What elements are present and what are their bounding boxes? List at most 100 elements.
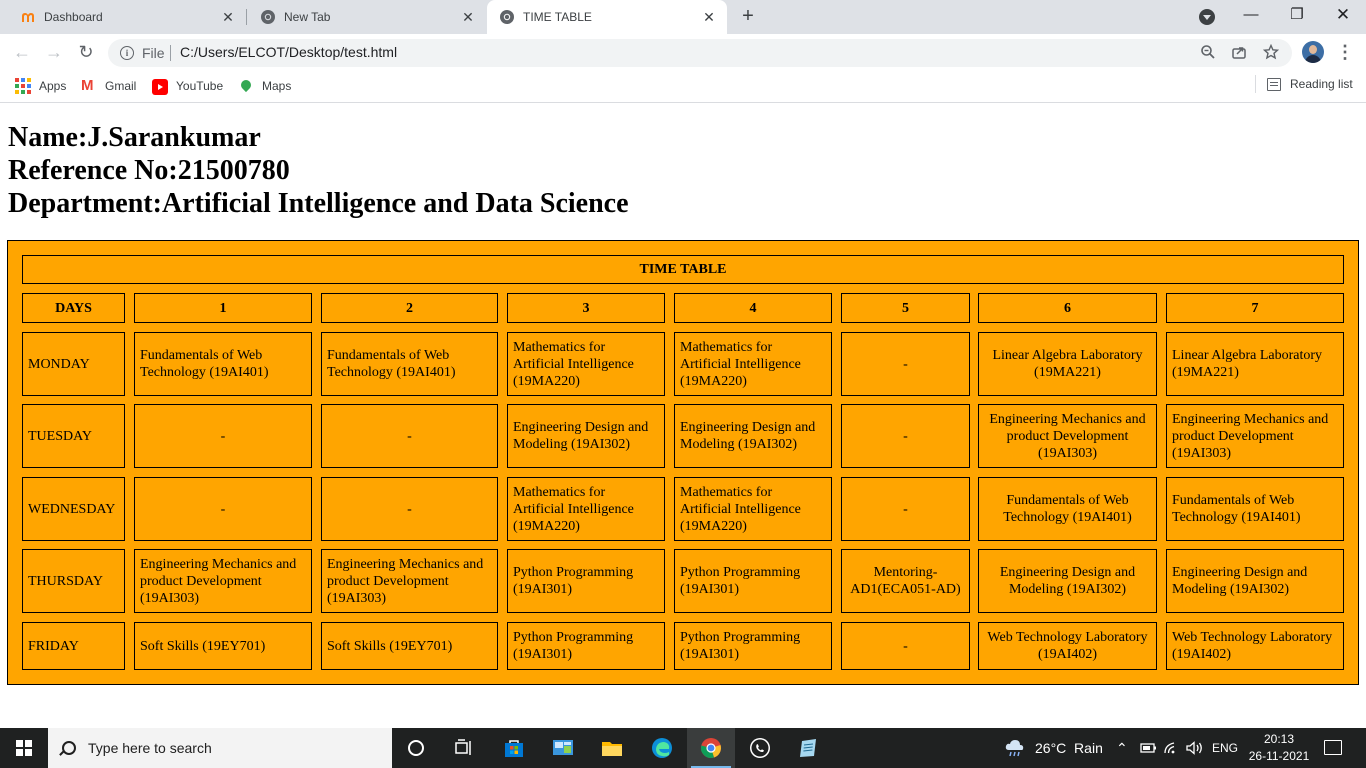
tab-time-table[interactable]: TIME TABLE ✕: [487, 0, 727, 34]
start-button[interactable]: [0, 728, 48, 768]
timetable-cell: Python Programming (19AI301): [507, 549, 665, 613]
timetable-cell: -: [841, 404, 970, 468]
timetable-cell: Soft Skills (19EY701): [134, 622, 312, 670]
timetable-cell: Fundamentals of Web Technology (19AI401): [134, 332, 312, 396]
student-name: Name:J.Sarankumar: [8, 122, 261, 153]
timetable-cell: -: [134, 404, 312, 468]
timetable-cell: Python Programming (19AI301): [507, 622, 665, 670]
timetable-cell: Mentoring-AD1(ECA051-AD): [841, 549, 970, 613]
timetable-cell: -: [321, 404, 498, 468]
notification-icon[interactable]: [1324, 740, 1342, 755]
new-tab-button[interactable]: +: [737, 5, 759, 27]
timetable-cell: Mathematics for Artificial Intelligence …: [507, 332, 665, 396]
gmail-icon: M: [81, 77, 94, 94]
bookmark-label: Maps: [262, 79, 292, 93]
menu-dots-icon[interactable]: ⋮: [1336, 41, 1354, 63]
timetable-cell: Engineering Mechanics and product Develo…: [134, 549, 312, 613]
student-info: Name:J.Sarankumar Reference No:21500780 …: [8, 121, 629, 220]
window-close-icon[interactable]: ✕: [1328, 4, 1358, 26]
apps-grid-icon: [15, 78, 31, 94]
timetable-cell: Engineering Design and Modeling (19AI302…: [507, 404, 665, 468]
browser-toolbar: ← → ↻ i File C:/Users/ELCOT/Desktop/test…: [0, 34, 1366, 70]
period-header: 5: [841, 293, 970, 323]
timetable-cell: Mathematics for Artificial Intelligence …: [674, 332, 832, 396]
whatsapp-icon[interactable]: [748, 736, 772, 760]
clock-date: 26-11-2021: [1248, 749, 1310, 763]
day-cell: WEDNESDAY: [22, 477, 125, 541]
tab-label: Dashboard: [44, 10, 103, 24]
timetable-cell: Python Programming (19AI301): [674, 549, 832, 613]
reading-list-button[interactable]: Reading list: [1267, 77, 1353, 91]
weather-text[interactable]: 26°C Rain: [1035, 740, 1103, 756]
department: Department:Artificial Intelligence and D…: [8, 188, 629, 219]
reload-icon[interactable]: ↻: [74, 40, 98, 64]
chrome-icon[interactable]: [699, 736, 723, 760]
bookmark-maps[interactable]: Maps: [238, 77, 291, 95]
search-icon: [62, 741, 76, 755]
timetable-cell: Linear Algebra Laboratory (19MA221): [978, 332, 1157, 396]
task-view-icon[interactable]: [452, 736, 476, 760]
bookmark-label: Apps: [39, 79, 67, 93]
timetable-cell: Fundamentals of Web Technology (19AI401): [978, 477, 1157, 541]
timetable-cell: Engineering Design and Modeling (19AI302…: [1166, 549, 1344, 613]
volume-icon[interactable]: [1184, 737, 1208, 761]
period-header: 4: [674, 293, 832, 323]
tab-label: New Tab: [284, 10, 331, 24]
browser-tab-strip: Dashboard ✕ New Tab ✕ TIME TABLE ✕ + — ❐…: [0, 0, 1366, 34]
wifi-icon[interactable]: [1162, 737, 1186, 761]
taskbar-search-box[interactable]: Type here to search: [48, 728, 392, 768]
notepad-icon[interactable]: [797, 736, 821, 760]
day-cell: THURSDAY: [22, 549, 125, 613]
bookmark-apps[interactable]: Apps: [15, 77, 66, 95]
day-cell: FRIDAY: [22, 622, 125, 670]
battery-icon[interactable]: [1139, 737, 1163, 761]
close-icon[interactable]: ✕: [701, 9, 717, 25]
close-icon[interactable]: ✕: [220, 9, 236, 25]
zoom-icon[interactable]: [1199, 44, 1217, 62]
info-icon[interactable]: i: [120, 46, 134, 60]
reference-number: Reference No:21500780: [8, 155, 290, 186]
address-separator: [170, 45, 171, 61]
address-bar[interactable]: i File C:/Users/ELCOT/Desktop/test.html: [108, 39, 1292, 67]
period-header: 2: [321, 293, 498, 323]
tab-dashboard[interactable]: Dashboard ✕: [0, 0, 246, 34]
minimize-icon[interactable]: —: [1236, 4, 1266, 26]
edge-icon[interactable]: [650, 736, 674, 760]
bookmark-gmail[interactable]: M Gmail: [81, 77, 136, 95]
timetable-cell: -: [841, 477, 970, 541]
globe-icon: [499, 9, 515, 25]
tab-new-tab[interactable]: New Tab ✕: [246, 0, 486, 34]
scheme-label: File: [142, 45, 165, 61]
timetable-cell: Engineering Design and Modeling (19AI302…: [674, 404, 832, 468]
timetable-cell: Mathematics for Artificial Intelligence …: [507, 477, 665, 541]
close-icon[interactable]: ✕: [460, 9, 476, 25]
back-icon[interactable]: ←: [10, 40, 34, 64]
page-content: Name:J.Sarankumar Reference No:21500780 …: [0, 103, 1366, 728]
restore-icon[interactable]: ❐: [1282, 4, 1312, 26]
bookmark-label: YouTube: [176, 79, 224, 93]
file-explorer-icon[interactable]: [600, 736, 624, 760]
forward-icon[interactable]: →: [42, 40, 66, 64]
share-icon[interactable]: [1230, 44, 1248, 62]
system-clock[interactable]: 20:13 26-11-2021: [1248, 731, 1310, 765]
profile-avatar[interactable]: [1302, 41, 1324, 63]
url-text[interactable]: C:/Users/ELCOT/Desktop/test.html: [180, 44, 397, 60]
store-icon[interactable]: [502, 736, 526, 760]
maps-icon: [238, 77, 254, 94]
bookmark-star-icon[interactable]: [1262, 43, 1280, 62]
bookmark-youtube[interactable]: YouTube: [152, 77, 223, 95]
search-placeholder: Type here to search: [88, 740, 212, 756]
timetable-cell: Engineering Design and Modeling (19AI302…: [978, 549, 1157, 613]
period-header: 6: [978, 293, 1157, 323]
period-header: 3: [507, 293, 665, 323]
cortana-icon[interactable]: [404, 736, 428, 760]
language-indicator[interactable]: ENG: [1212, 741, 1238, 755]
days-header: DAYS: [22, 293, 125, 323]
youtube-icon: [152, 79, 168, 95]
chevron-up-icon[interactable]: ⌃: [1116, 740, 1128, 757]
control-panel-icon[interactable]: [551, 736, 575, 760]
timetable-title: TIME TABLE: [22, 255, 1344, 284]
windows-taskbar: Type here to search 26°C Rain ⌃ ENG 20:1…: [0, 728, 1366, 768]
tab-search-icon[interactable]: [1199, 9, 1215, 25]
timetable-cell: Engineering Mechanics and product Develo…: [1166, 404, 1344, 468]
